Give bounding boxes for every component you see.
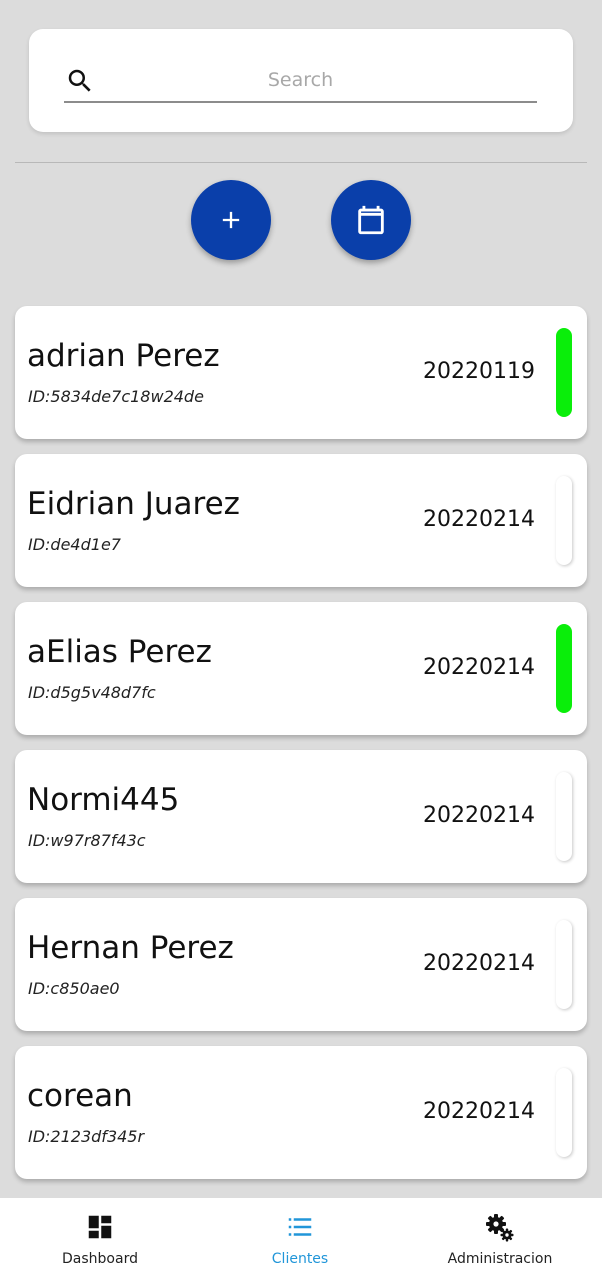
nav-clientes[interactable]: Clientes [200, 1198, 400, 1280]
add-client-button[interactable] [191, 180, 271, 260]
gears-icon [486, 1214, 514, 1242]
search-input[interactable] [64, 59, 537, 103]
list-icon [288, 1218, 312, 1236]
client-name: Hernan Perez [27, 930, 234, 966]
nav-dashboard[interactable]: Dashboard [0, 1198, 200, 1280]
search-card [29, 29, 573, 132]
nav-administracion-label: Administracion [447, 1251, 553, 1267]
status-indicator [556, 772, 572, 861]
client-name: adrian Perez [27, 338, 220, 374]
client-id: ID:c850ae0 [28, 979, 120, 998]
client-id: ID:de4d1e7 [28, 535, 121, 554]
client-date: 20220214 [423, 1099, 535, 1124]
search-icon[interactable] [65, 66, 95, 96]
client-name: aElias Perez [27, 634, 212, 670]
client-name: Normi445 [27, 782, 180, 818]
client-card[interactable]: Eidrian Juarez ID:de4d1e7 20220214 [15, 454, 587, 587]
client-name: Eidrian Juarez [27, 486, 240, 522]
nav-administracion[interactable]: Administracion [400, 1198, 600, 1280]
nav-dashboard-label: Dashboard [62, 1251, 138, 1267]
client-date: 20220214 [423, 951, 535, 976]
client-id: ID:2123df345r [28, 1127, 145, 1146]
dashboard-icon [88, 1215, 112, 1239]
calendar-icon [358, 205, 384, 235]
status-indicator [556, 1068, 572, 1157]
calendar-button[interactable] [331, 180, 411, 260]
client-card[interactable]: aElias Perez ID:d5g5v48d7fc 20220214 [15, 602, 587, 735]
status-indicator [556, 328, 572, 417]
status-indicator [556, 476, 572, 565]
client-id: ID:5834de7c18w24de [28, 387, 204, 406]
client-id: ID:d5g5v48d7fc [28, 683, 156, 702]
client-id: ID:w97r87f43c [28, 831, 146, 850]
client-card[interactable]: Hernan Perez ID:c850ae0 20220214 [15, 898, 587, 1031]
client-name: corean [27, 1078, 133, 1114]
client-date: 20220119 [423, 359, 535, 384]
bottom-nav: Dashboard Clientes Administracion [0, 1198, 602, 1280]
client-date: 20220214 [423, 507, 535, 532]
divider [15, 162, 587, 163]
nav-clientes-label: Clientes [271, 1251, 329, 1267]
client-card[interactable]: adrian Perez ID:5834de7c18w24de 20220119 [15, 306, 587, 439]
plus-icon [222, 211, 240, 229]
status-indicator [556, 920, 572, 1009]
client-card[interactable]: corean ID:2123df345r 20220214 [15, 1046, 587, 1179]
client-card[interactable]: Normi445 ID:w97r87f43c 20220214 [15, 750, 587, 883]
client-date: 20220214 [423, 803, 535, 828]
client-date: 20220214 [423, 655, 535, 680]
status-indicator [556, 624, 572, 713]
